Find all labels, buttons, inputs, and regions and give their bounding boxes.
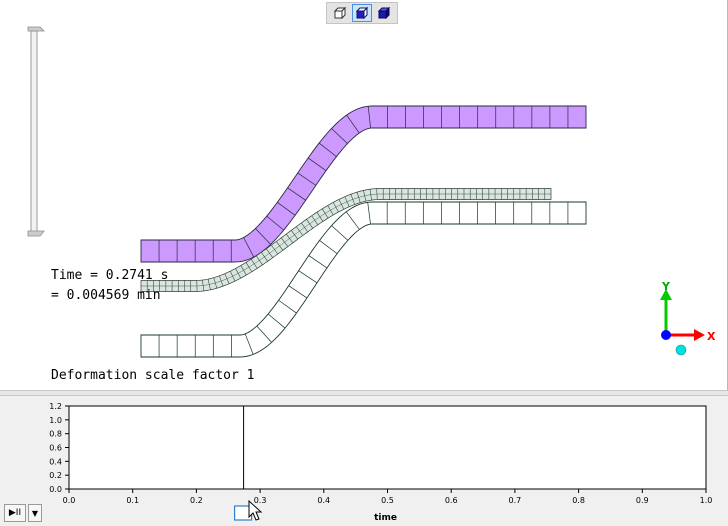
x-tick-label: 0.2: [190, 496, 203, 505]
x-tick-label: 0.0: [63, 496, 76, 505]
play-pause-button[interactable]: ▶II: [4, 504, 26, 522]
wireframe-cube-icon: [333, 6, 347, 20]
y-tick-label: 0.6: [49, 444, 62, 453]
y-tick-label: 0.8: [49, 430, 62, 439]
model-scene[interactable]: [0, 0, 727, 390]
wireframe-view-button[interactable]: [330, 4, 350, 22]
y-tick-label: 1.0: [49, 416, 62, 425]
deformation-scale-label: Deformation scale factor 1: [51, 368, 255, 383]
model-viewport[interactable]: Time = 0.2741 s = 0.004569 min Deformati…: [0, 0, 728, 390]
x-tick-label: 1.0: [700, 496, 713, 505]
time-minutes-label: = 0.004569 min: [51, 288, 161, 303]
axis-triad: Y X: [660, 280, 716, 356]
y-tick-label: 1.2: [49, 402, 62, 411]
solid-cube-icon: [355, 6, 369, 20]
y-tick-label: 0.0: [49, 485, 62, 494]
view-mode-toolbar: [326, 2, 398, 24]
timeline-plot-area[interactable]: [68, 405, 707, 490]
x-tick-label: 0.6: [445, 496, 458, 505]
x-axis-title: time: [374, 513, 397, 523]
z-axis-dot: [661, 330, 671, 340]
y-tick-label: 0.4: [49, 457, 62, 466]
x-axis-label: X: [707, 330, 716, 343]
legend-bar: [27, 26, 45, 237]
x-tick-label: 0.7: [509, 496, 522, 505]
timeline-chart[interactable]: 0.00.20.40.60.81.01.20.0 0.1 0.2 0.3 0.4 0.5 0…: [0, 396, 728, 526]
x-tick-label: 0.9: [636, 496, 649, 505]
time-seconds-label: Time = 0.2741 s: [51, 268, 169, 283]
y-axis-label: Y: [661, 280, 671, 293]
rotation-center-dot: [675, 344, 687, 356]
mouse-cursor-icon: [248, 500, 263, 521]
x-tick-label: 0.5: [381, 496, 394, 505]
play-options-dropdown[interactable]: ▼: [28, 504, 42, 522]
purple-beam-top: [140, 105, 587, 263]
x-axis-arrowhead: [694, 329, 705, 341]
x-tick-label: 0.8: [572, 496, 585, 505]
x-tick-label: 0.1: [126, 496, 139, 505]
solid-view-button[interactable]: [352, 4, 372, 22]
shaded-cube-icon: [377, 6, 391, 20]
x-tick-label: 0.4: [317, 496, 330, 505]
y-tick-label: 0.2: [49, 471, 62, 480]
shaded-view-button[interactable]: [374, 4, 394, 22]
